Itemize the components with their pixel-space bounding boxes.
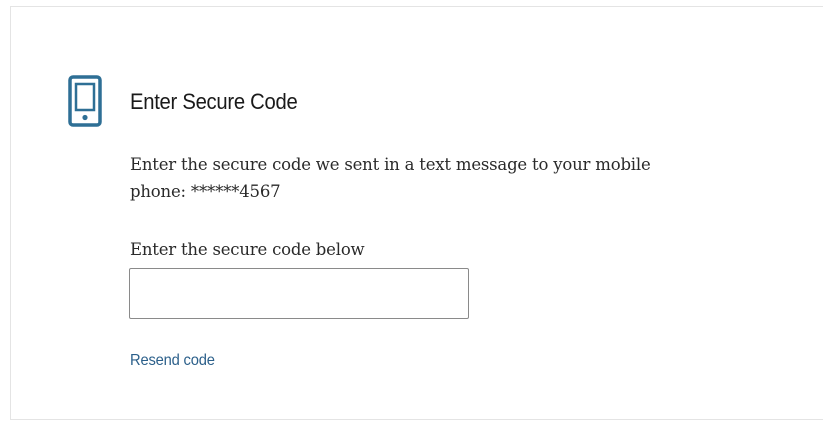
- instructions-text: Enter the secure code we sent in a text …: [130, 155, 651, 201]
- mobile-phone-icon: [68, 75, 102, 127]
- resend-code-link[interactable]: Resend code: [130, 352, 215, 370]
- secure-code-input[interactable]: [129, 268, 469, 319]
- secure-code-label: Enter the secure code below: [130, 240, 365, 259]
- page-title: Enter Secure Code: [130, 89, 298, 114]
